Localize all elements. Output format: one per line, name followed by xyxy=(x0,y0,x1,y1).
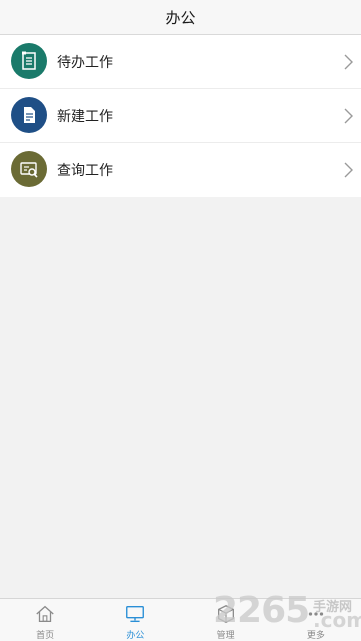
home-icon xyxy=(36,605,54,622)
watermark-number: 2265 xyxy=(213,590,310,631)
watermark-domain: .com xyxy=(313,608,361,632)
watermark: 2265 手游网 .com xyxy=(213,588,361,638)
menu-item-label: 待办工作 xyxy=(57,54,113,71)
tab-office[interactable]: 办公 xyxy=(90,599,180,641)
page-title: 办公 xyxy=(165,8,196,27)
chevron-right-icon xyxy=(344,108,353,124)
tab-label: 首页 xyxy=(36,631,55,641)
todo-document-icon xyxy=(11,43,47,79)
menu-item-query-work[interactable]: 查询工作 xyxy=(0,143,361,197)
menu-item-todo-work[interactable]: 待办工作 xyxy=(0,35,361,89)
new-document-icon xyxy=(11,97,47,133)
monitor-icon xyxy=(126,605,145,623)
tab-label: 办公 xyxy=(126,631,145,641)
menu-item-label: 查询工作 xyxy=(57,163,113,179)
search-document-icon xyxy=(11,151,47,187)
tab-home[interactable]: 首页 xyxy=(0,599,90,641)
chevron-right-icon xyxy=(344,162,353,178)
menu-item-label: 新建工作 xyxy=(57,108,113,125)
navigation-bar: 办公 xyxy=(0,0,361,35)
menu-list: 待办工作 新建工作 查询工作 xyxy=(0,35,361,197)
menu-item-new-work[interactable]: 新建工作 xyxy=(0,89,361,143)
chevron-right-icon xyxy=(344,54,353,70)
